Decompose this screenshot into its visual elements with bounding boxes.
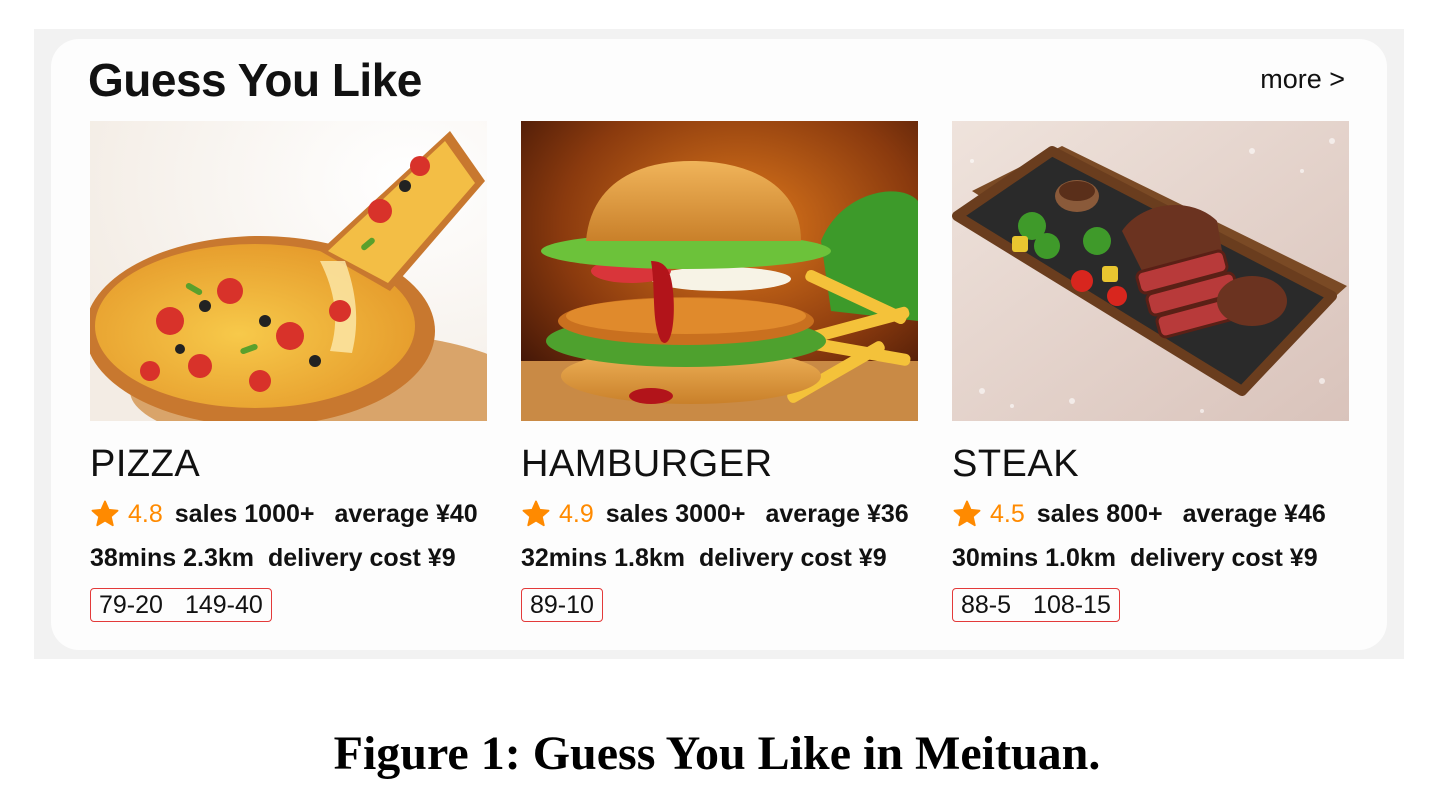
item-name: STEAK	[952, 443, 1080, 485]
delivery-cost: delivery cost ¥9	[1130, 543, 1318, 572]
pizza-image	[90, 121, 487, 421]
item-name: PIZZA	[90, 443, 201, 485]
section-title: Guess You Like	[88, 54, 422, 106]
item-stats: 4.8 sales 1000+ average ¥40	[90, 496, 487, 532]
delivery-time-distance: 30mins 1.0km	[952, 543, 1116, 572]
coupon-badge: 79-20 149-40	[90, 588, 272, 622]
delivery-info: 38mins 2.3km delivery cost ¥9	[90, 540, 487, 576]
more-link[interactable]: more >	[1260, 64, 1345, 95]
rating-value: 4.5	[990, 499, 1025, 528]
sales-count: sales 800+	[1036, 499, 1163, 528]
pizza-photo[interactable]	[90, 121, 487, 421]
coupon-label: 108-15	[1033, 590, 1111, 619]
coupon-badge: 88-5 108-15	[952, 588, 1120, 622]
average-price: average ¥36	[765, 499, 909, 528]
coupon-label: 149-40	[184, 590, 263, 619]
recommendation-panel: Guess You Like more > PIZZA 4.8 sales 10…	[34, 29, 1404, 659]
coupon-badge: 89-10	[521, 588, 603, 622]
delivery-cost: delivery cost ¥9	[699, 543, 887, 572]
average-price: average ¥40	[334, 499, 478, 528]
coupon-label: 79-20	[99, 590, 163, 619]
figure-caption: Figure 1: Guess You Like in Meituan.	[333, 727, 1101, 780]
rating-value: 4.8	[128, 499, 163, 528]
delivery-cost: delivery cost ¥9	[268, 543, 456, 572]
delivery-info: 30mins 1.0km delivery cost ¥9	[952, 540, 1349, 576]
sales-count: sales 1000+	[174, 499, 315, 528]
hamburger-photo[interactable]	[521, 121, 918, 421]
delivery-time-distance: 38mins 2.3km	[90, 543, 254, 572]
sales-count: sales 3000+	[605, 499, 746, 528]
star-icon	[91, 500, 119, 527]
food-card-steak[interactable]: STEAK 4.5 sales 800+ average ¥46 30mins …	[952, 121, 1349, 622]
food-card-hamburger[interactable]: HAMBURGER 4.9 sales 3000+ average ¥36 32…	[521, 121, 918, 622]
star-icon	[522, 500, 550, 527]
guess-you-like-card: Guess You Like more > PIZZA 4.8 sales 10…	[51, 39, 1387, 650]
rating-value: 4.9	[559, 499, 594, 528]
item-stats: 4.5 sales 800+ average ¥46	[952, 496, 1349, 532]
coupon-label: 89-10	[530, 590, 594, 619]
delivery-time-distance: 32mins 1.8km	[521, 543, 685, 572]
item-stats: 4.9 sales 3000+ average ¥36	[521, 496, 918, 532]
delivery-info: 32mins 1.8km delivery cost ¥9	[521, 540, 918, 576]
coupon-label: 88-5	[961, 590, 1012, 619]
average-price: average ¥46	[1182, 499, 1326, 528]
food-card-pizza[interactable]: PIZZA 4.8 sales 1000+ average ¥40 38mins…	[90, 121, 487, 622]
star-icon	[953, 500, 981, 527]
item-name: HAMBURGER	[521, 443, 773, 485]
hamburger-image	[521, 121, 918, 421]
steak-image	[952, 121, 1349, 421]
steak-photo[interactable]	[952, 121, 1349, 421]
